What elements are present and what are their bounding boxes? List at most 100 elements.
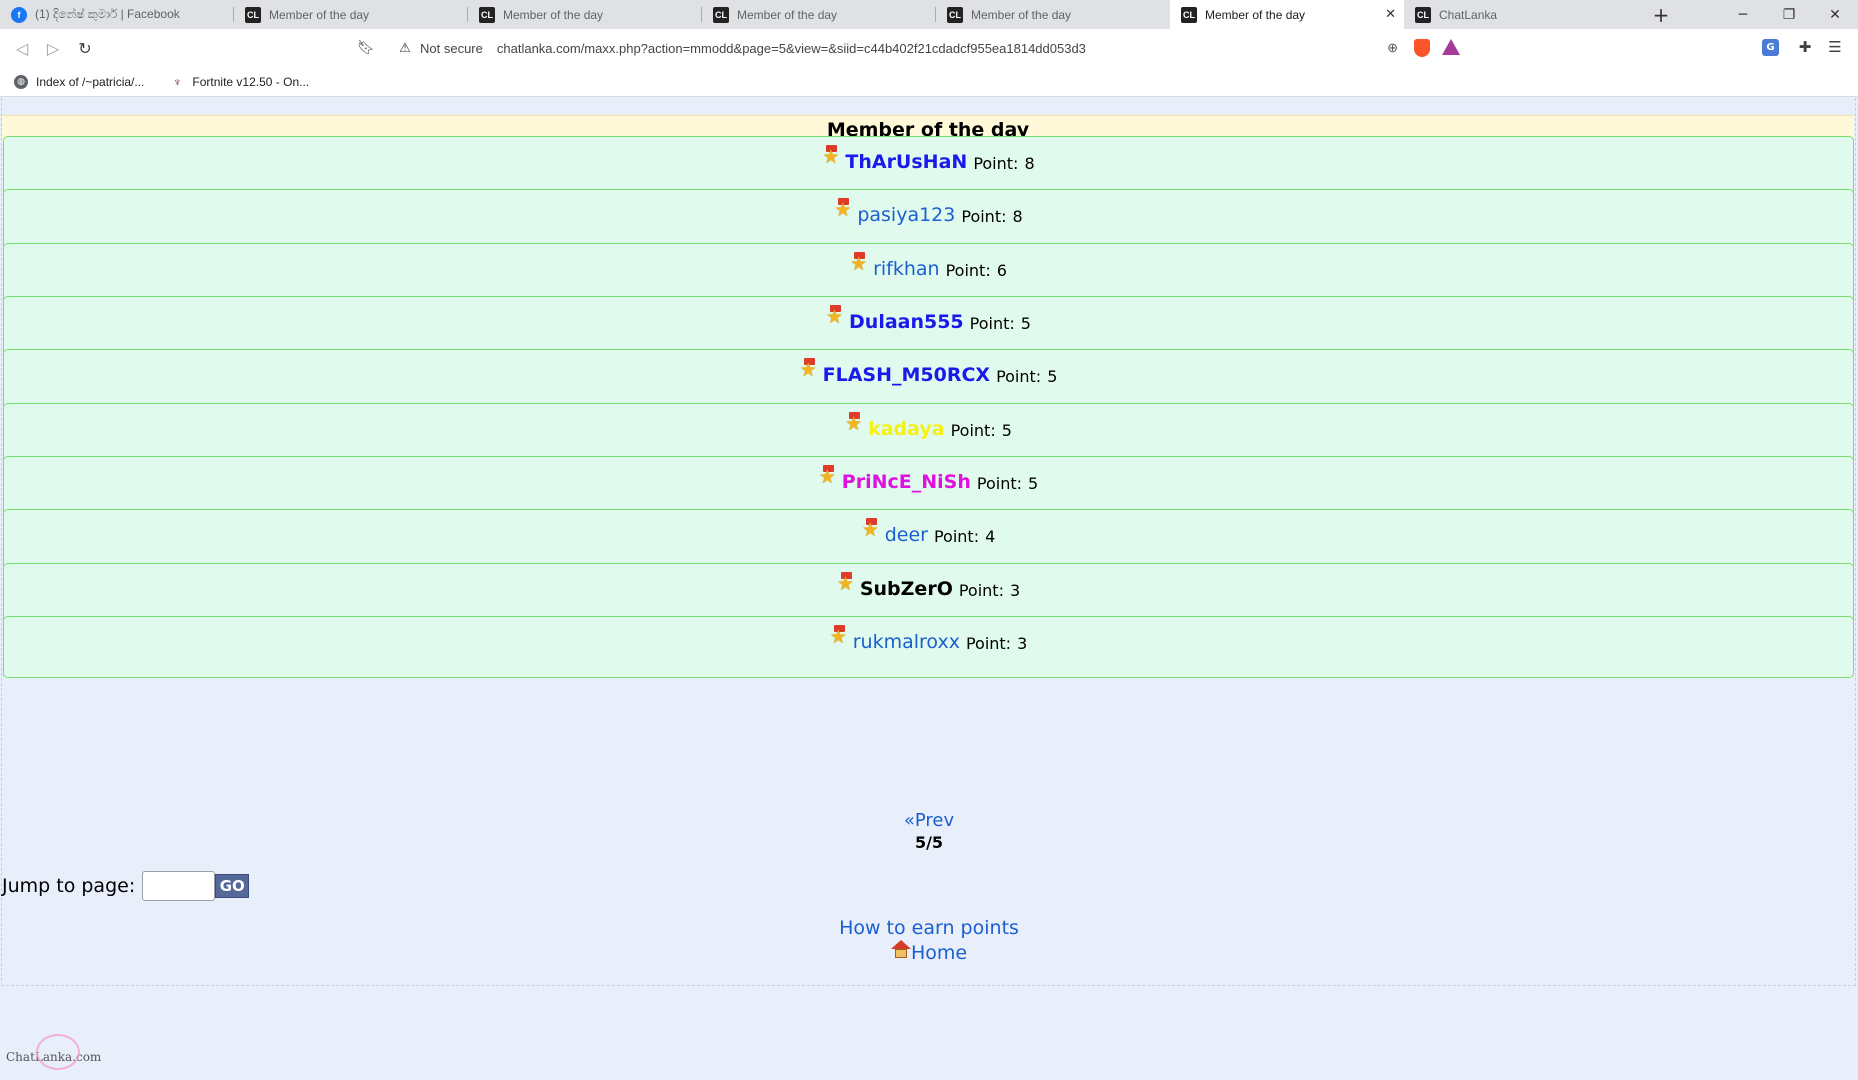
jump-to-page: Jump to page: GO <box>2 871 250 901</box>
translate-icon[interactable]: G <box>1762 39 1779 56</box>
bookmark-index-patricia[interactable]: ◍ Index of /~patricia/... <box>14 74 145 89</box>
point-value: 8 <box>1012 207 1023 226</box>
minimize-button[interactable]: ─ <box>1720 0 1766 29</box>
point-label: Point: <box>976 474 1022 493</box>
medal-icon: ★ <box>836 572 854 595</box>
tab-member-of-day-3[interactable]: CL Member of the day <box>702 0 936 29</box>
how-to-earn-points-link[interactable]: How to earn points <box>0 917 1858 939</box>
tab-title: Member of the day <box>971 7 1072 22</box>
chatlanka-icon: CL <box>245 6 261 23</box>
globe-icon: ◍ <box>14 74 28 89</box>
tab-member-of-day-4[interactable]: CL Member of the day <box>936 0 1170 29</box>
point-value: 5 <box>1028 474 1039 493</box>
member-entry: ★ rukmalroxx Point: 3 <box>830 625 1027 677</box>
zoom-icon[interactable]: ⊕ <box>1387 40 1398 56</box>
point-label: Point: <box>965 634 1012 653</box>
home-icon[interactable] <box>890 940 911 959</box>
member-name-link[interactable]: pasiya123 <box>857 204 955 226</box>
url-text[interactable]: chatlanka.com/maxx.php?action=mmodd&page… <box>497 41 1086 56</box>
member-name-link[interactable]: deer <box>885 524 928 546</box>
close-window-button[interactable]: ✕ <box>1812 0 1858 29</box>
point-value: 6 <box>996 261 1007 280</box>
close-tab-icon[interactable]: ✕ <box>1385 6 1396 22</box>
point-value: 3 <box>1017 634 1028 653</box>
bookmark-icon[interactable]: 🔖︎ <box>355 37 377 59</box>
menu-icon[interactable]: ☰ <box>1825 37 1845 57</box>
member-points: Point: 5 <box>951 421 1012 440</box>
tab-member-of-day-active[interactable]: CL Member of the day ✕ <box>1170 0 1404 29</box>
member-row: ★ rukmalroxx Point: 3 <box>3 616 1854 678</box>
member-name-link[interactable]: PriNcE_NiSh <box>842 471 971 493</box>
point-value: 4 <box>985 527 996 546</box>
point-label: Point: <box>996 367 1042 386</box>
point-label: Point: <box>958 581 1004 600</box>
point-label: Point: <box>969 314 1015 333</box>
home-link[interactable]: Home <box>0 940 1858 964</box>
medal-icon: ★ <box>834 198 852 221</box>
tab-facebook[interactable]: f (1) දිනේෂ් කුමාර් | Facebook <box>0 0 234 29</box>
member-points: Point: 3 <box>966 634 1027 653</box>
chatlanka-logo: ChatLanka.com <box>6 1034 101 1070</box>
member-points: Point: 6 <box>946 261 1007 280</box>
member-name-link[interactable]: SubZerO <box>860 578 953 600</box>
member-row: ★ FLASH_M50RCX Point: 5 <box>3 349 1854 411</box>
brave-rewards-icon[interactable] <box>1442 39 1460 55</box>
bookmark-fortnite[interactable]: ♆ Fortnite v12.50 - On... <box>170 75 309 89</box>
point-label: Point: <box>973 154 1019 173</box>
tab-title: (1) දිනේෂ් කුමාර් | Facebook <box>35 7 180 21</box>
restore-button[interactable]: ❐ <box>1766 0 1812 29</box>
member-name-link[interactable]: kadaya <box>868 418 945 440</box>
point-value: 8 <box>1024 154 1035 173</box>
point-label: Point: <box>950 421 996 440</box>
security-label[interactable]: Not secure <box>420 41 483 56</box>
page-indicator: 5/5 <box>914 833 944 852</box>
fortnite-icon: ♆ <box>172 74 182 89</box>
extensions-icon[interactable]: ✚ <box>1795 37 1815 57</box>
go-button[interactable]: GO <box>215 874 250 898</box>
tab-chatlanka[interactable]: CL ChatLanka <box>1404 0 1638 29</box>
point-label: Point: <box>961 207 1007 226</box>
medal-icon: ★ <box>861 518 879 541</box>
earn-link-label[interactable]: How to earn points <box>839 917 1019 939</box>
forward-button[interactable]: ▷ <box>42 37 64 59</box>
facebook-icon: f <box>11 6 27 23</box>
prev-page-link[interactable]: «Prev <box>904 810 954 831</box>
medal-icon: ★ <box>799 358 817 381</box>
member-points: Point: 5 <box>977 474 1038 493</box>
member-name-link[interactable]: rukmalroxx <box>853 631 960 653</box>
new-tab-button[interactable]: + <box>1647 0 1675 29</box>
tab-bar: f (1) දිනේෂ් කුමාර් | Facebook CL Member… <box>0 0 1858 29</box>
member-name-link[interactable]: FLASH_M50RCX <box>823 364 990 386</box>
browser-toolbar: ◁ ▷ ↻ 🔖︎ ⚠ Not secure chatlanka.com/maxx… <box>0 29 1858 67</box>
bookmarks-bar: ◍ Index of /~patricia/... ♆ Fortnite v12… <box>0 67 1858 97</box>
reload-button[interactable]: ↻ <box>74 37 96 59</box>
medal-icon: ★ <box>826 305 844 328</box>
address-bar[interactable]: ⚠ Not secure chatlanka.com/maxx.php?acti… <box>390 33 1470 63</box>
member-points: Point: 8 <box>973 154 1034 173</box>
home-link-label[interactable]: Home <box>911 942 967 964</box>
medal-icon: ★ <box>818 465 836 488</box>
tab-member-of-day-1[interactable]: CL Member of the day <box>234 0 468 29</box>
warning-icon[interactable]: ⚠ <box>398 40 412 55</box>
point-value: 3 <box>1009 581 1021 600</box>
member-row: ★ pasiya123 Point: 8 <box>3 189 1854 251</box>
bookmark-label: Index of /~patricia/... <box>36 74 145 89</box>
page-content: Member of the day ★ ThArUsHaN Point: 8 ★ pasi… <box>0 98 1858 1080</box>
member-name-link[interactable]: rifkhan <box>873 258 940 280</box>
chatlanka-icon: CL <box>1181 6 1197 23</box>
member-points: Point: 5 <box>996 367 1057 386</box>
point-value: 5 <box>1020 314 1031 333</box>
member-name-link[interactable]: ThArUsHaN <box>845 151 967 173</box>
back-button[interactable]: ◁ <box>11 37 33 59</box>
member-points: Point: 4 <box>934 527 995 546</box>
chatlanka-icon: CL <box>1415 6 1431 23</box>
jump-page-input[interactable] <box>142 871 216 901</box>
medal-icon: ★ <box>845 412 863 435</box>
tab-member-of-day-2[interactable]: CL Member of the day <box>468 0 702 29</box>
member-row: ★ deer Point: 4 <box>3 509 1854 571</box>
point-label: Point: <box>933 527 980 546</box>
brave-shield-icon[interactable] <box>1414 39 1430 57</box>
tab-title: Member of the day <box>269 7 370 22</box>
tab-title: Member of the day <box>503 7 604 22</box>
member-name-link[interactable]: Dulaan555 <box>849 311 964 333</box>
